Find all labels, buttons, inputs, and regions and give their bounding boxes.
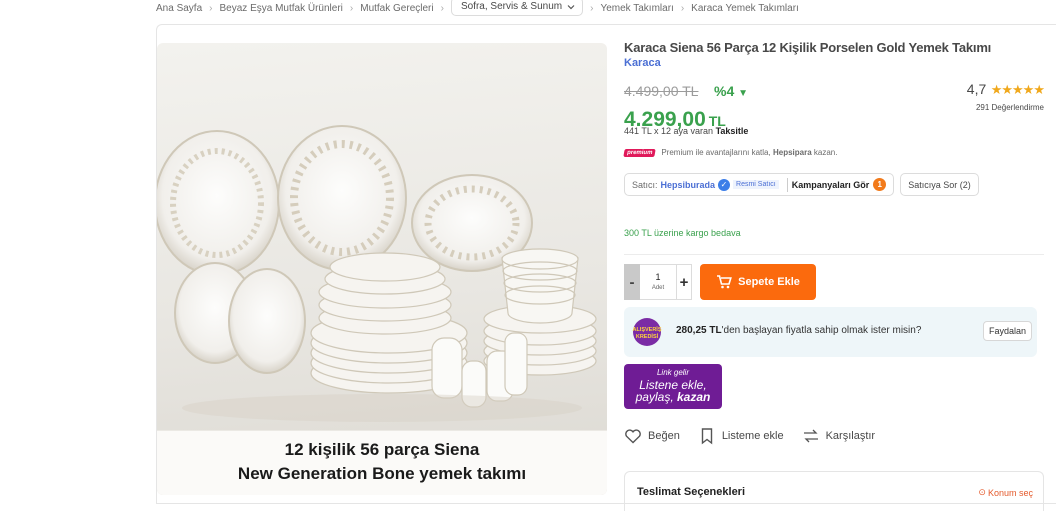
- dinnerware-illustration: [157, 125, 597, 422]
- breadcrumb-separator-icon: ›: [349, 2, 354, 14]
- heart-icon: [625, 429, 641, 444]
- installment-bold: Taksitle: [715, 126, 749, 136]
- location-pin-icon: ⊙: [978, 487, 986, 497]
- promo-line: paylaş, kazan: [624, 391, 722, 403]
- breadcrumb-item[interactable]: Mutfak Gereçleri: [360, 3, 433, 14]
- installment-text: 441 TL x 12 aya varan: [624, 126, 714, 136]
- compare-icon: [803, 429, 818, 443]
- installment-info: 441 TL x 12 aya varan Taksitle: [624, 126, 748, 136]
- rating-count-link[interactable]: 291 Değerlendirme: [967, 103, 1044, 112]
- credit-text: 280,25 TL'den başlayan fiyatla sahip olm…: [676, 325, 921, 336]
- breadcrumb-separator-icon: ›: [680, 2, 685, 14]
- credit-amount: 280,25 TL: [676, 325, 722, 336]
- product-image[interactable]: 12 kişilik 56 parça Siena New Generation…: [157, 43, 607, 495]
- bookmark-icon: [701, 428, 713, 445]
- divider: [624, 254, 1044, 255]
- image-caption-line: New Generation Bone yemek takımı: [237, 464, 527, 483]
- premium-text: Premium ile avantajlarını katla,: [661, 148, 771, 157]
- arrow-down-icon: ▼: [738, 88, 749, 99]
- delivery-title: Teslimat Seçenekleri: [637, 486, 746, 498]
- breadcrumb-dropdown-label: Sofra, Servis & Sunum: [460, 1, 563, 12]
- add-to-cart-label: Sepete Ekle: [738, 276, 800, 288]
- breadcrumb-separator-icon: ›: [209, 2, 213, 14]
- quantity-unit: Adet: [651, 285, 665, 291]
- like-button[interactable]: Beğen: [624, 427, 680, 445]
- breadcrumb-dropdown[interactable]: Sofra, Servis & Sunum: [450, 0, 584, 16]
- discount-rate: %4: [714, 83, 735, 99]
- delivery-options-panel: Teslimat Seçenekleri ⊙ Konum seç: [624, 471, 1044, 511]
- premium-info: premium Premium ile avantajlarını katla,…: [623, 148, 838, 157]
- promo-text-bold: kazan: [677, 390, 711, 404]
- image-caption-line: 12 kişilik 56 parça Siena: [284, 440, 480, 459]
- quantity-plus-button[interactable]: +: [676, 264, 692, 300]
- quantity-minus-button[interactable]: -: [624, 264, 640, 300]
- breadcrumb-item[interactable]: Beyaz Eşya Mutfak Ürünleri: [220, 3, 343, 14]
- official-seller-badge: Resmi Satıcı: [733, 180, 779, 189]
- chevron-down-icon: [567, 4, 575, 9]
- premium-badge-icon: premium: [623, 148, 657, 157]
- faydalan-button[interactable]: Faydalan: [982, 321, 1032, 341]
- shopping-credit-logo-icon: ALIŞVERİŞ KREDİSİ: [632, 318, 662, 346]
- add-to-list-label: Listeme ekle: [721, 430, 784, 442]
- brand-link[interactable]: Karaca: [624, 57, 1044, 69]
- breadcrumb-separator-icon: ›: [440, 2, 444, 14]
- quantity-stepper: - 1 Adet +: [624, 264, 692, 300]
- seller-name-link[interactable]: Hepsiburada: [661, 180, 716, 190]
- image-caption: 12 kişilik 56 parça Siena New Generation…: [157, 430, 607, 495]
- logo-text: KREDİSİ: [636, 333, 659, 340]
- breadcrumb-item[interactable]: Yemek Takımları: [600, 3, 673, 14]
- add-to-list-button[interactable]: Listeme ekle: [698, 427, 784, 445]
- campaigns-link[interactable]: Kampanyaları Gör: [792, 180, 870, 190]
- ask-seller-button[interactable]: Satıcıya Sor (2): [900, 173, 979, 196]
- discount-badge: %4 ▼: [714, 83, 748, 99]
- like-label: Beğen: [648, 430, 680, 442]
- credit-text-rest: 'den başlayan fiyatla sahip olmak ister …: [721, 325, 922, 336]
- promo-text: paylaş,: [635, 390, 674, 404]
- campaign-count-badge: 1: [873, 178, 887, 191]
- breadcrumb-item[interactable]: Ana Sayfa: [156, 3, 202, 14]
- product-title: Karaca Siena 56 Parça 12 Kişilik Porsele…: [624, 40, 992, 55]
- seller-row: Satıcı: Hepsiburada ✓ Resmi Satıcı Kampa…: [624, 173, 979, 196]
- breadcrumb-item[interactable]: Karaca Yemek Takımları: [691, 3, 799, 14]
- verified-check-icon: ✓: [718, 178, 731, 191]
- old-price: 4.499,00 TL: [624, 83, 699, 99]
- select-location-label: Konum seç: [987, 487, 1033, 498]
- rating-block[interactable]: 4,7 ★★★★★ 291 Değerlendirme: [966, 81, 1045, 112]
- free-shipping-text: 300 TL üzerine kargo bedava: [624, 228, 741, 238]
- cart-icon: [717, 275, 732, 289]
- divider: [786, 177, 788, 192]
- shopping-credit-banner: ALIŞVERİŞ KREDİSİ 280,25 TL'den başlayan…: [624, 307, 1037, 357]
- seller-box: Satıcı: Hepsiburada ✓ Resmi Satıcı Kampa…: [624, 173, 895, 196]
- product-actions: Beğen Listeme ekle Karşılaştır: [624, 427, 893, 445]
- compare-label: Karşılaştır: [825, 430, 876, 442]
- logo-text: ALIŞVERİŞ: [632, 326, 661, 333]
- premium-text-end: kazan.: [813, 148, 838, 157]
- compare-button[interactable]: Karşılaştır: [802, 427, 876, 445]
- product-info: Karaca Siena 56 Parça 12 Kişilik Porsele…: [623, 40, 1045, 511]
- star-rating-icon: ★★★★★: [990, 82, 1045, 97]
- quantity-input[interactable]: 1 Adet: [640, 264, 676, 300]
- add-to-cart-button[interactable]: Sepete Ekle: [700, 264, 816, 300]
- breadcrumb: Ana Sayfa › Beyaz Eşya Mutfak Ürünleri › M…: [156, 0, 799, 16]
- breadcrumb-separator-icon: ›: [590, 2, 594, 14]
- seller-label: Satıcı:: [632, 179, 658, 190]
- premium-hepsipara: Hepsipara: [772, 148, 812, 157]
- select-location-link[interactable]: ⊙ Konum seç: [978, 487, 1033, 498]
- link-gelir-promo[interactable]: Link gelir Listene ekle, paylaş, kazan: [624, 364, 722, 409]
- product-card: 12 kişilik 56 parça Siena New Generation…: [156, 24, 1056, 511]
- quantity-value: 1: [655, 272, 661, 282]
- rating-score: 4,7: [966, 81, 987, 97]
